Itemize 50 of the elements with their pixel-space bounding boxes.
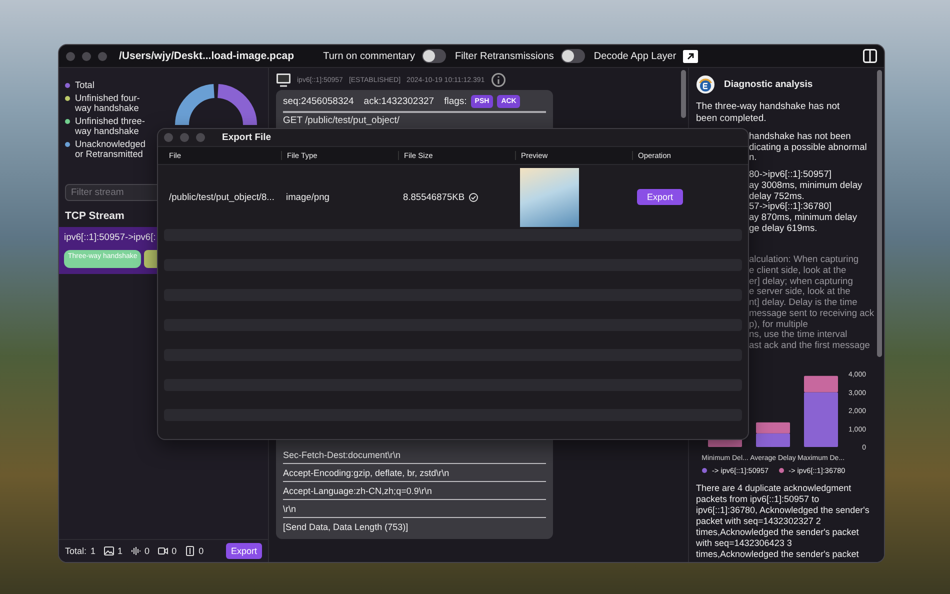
http-line: Sec-Fetch-Dest:document\r\n bbox=[283, 446, 546, 464]
count-value: 0 bbox=[172, 546, 177, 556]
legend-label: Unacknowledged or Retransmitted bbox=[75, 139, 146, 159]
legend-label: Total bbox=[75, 80, 94, 90]
toggle-label: Turn on commentary bbox=[323, 50, 415, 62]
diagnosis-text: There are 4 duplicate acknowledgment packets from ipv6[::1]:50957 to ipv6[::1]:36780, Acknowledged the sender's packet with seq=1432302327 2 times,Acknowledged the sender's packet with seq=1432306423 3 times,Acknowledged the sender's packet bbox=[696, 482, 870, 560]
diagnosis-text: alculation: When capturing bbox=[748, 254, 860, 266]
legend-label: Unfinished four-way handshake bbox=[75, 93, 141, 113]
toggle-label: Decode App Layer bbox=[594, 50, 676, 62]
diagnosis-text: 80->ipv6[::1]:50957] bbox=[748, 169, 832, 180]
diagnosis-text: handshake has not been bbox=[748, 131, 852, 142]
diagnosis-text: p), for multiple bbox=[748, 318, 809, 330]
diagnosis-text: e server side, look at the bbox=[748, 286, 852, 298]
dialog-title: Export File bbox=[222, 132, 272, 144]
http-line: [Send Data, Data Length (753)] bbox=[283, 521, 410, 534]
diagnosis-text: ay 3008ms, minimum delay bbox=[748, 180, 864, 191]
diagnosis-text: message sent to receiving ack bbox=[748, 308, 874, 319]
panel-title: Diagnostic analysis bbox=[724, 78, 813, 90]
section-title: TCP Stream bbox=[65, 210, 126, 222]
diagnosis-text: 57->ipv6[::1]:36780] bbox=[748, 201, 832, 212]
diagnosis-text: ay 870ms, minimum delay bbox=[748, 212, 858, 223]
total-label: Total: bbox=[65, 546, 87, 556]
count-value: 0 bbox=[198, 546, 204, 556]
http-line: Accept-Encoding:gzip, deflate, br, zstd\r\n bbox=[283, 464, 546, 482]
diagnosis-text: nt] delay. Delay is the time bbox=[748, 297, 858, 308]
file-type: image/png bbox=[286, 192, 330, 202]
window-title: /Users/wjy/Deskt...load-image.pcap bbox=[119, 50, 294, 62]
diagnosis-text: The three-way handshake has not been completed. bbox=[696, 101, 841, 125]
legend-label: Unfinished three-way handshake bbox=[75, 116, 146, 136]
diagnosis-text: ns, use the time interval bbox=[748, 329, 848, 340]
diagnosis-text: er] delay; when capturing bbox=[748, 276, 854, 286]
http-line: \r\n bbox=[283, 500, 546, 518]
diagnosis-text: ge delay 619ms. bbox=[748, 222, 818, 234]
http-line: GET /public/test/put_object/ bbox=[283, 115, 401, 127]
file-path: /public/test/put_object/8... bbox=[169, 192, 276, 202]
seq-number: seq:2456058324 bbox=[283, 96, 354, 106]
file-size: 8.85546875KB bbox=[403, 192, 465, 202]
count-value: 1 bbox=[118, 546, 123, 556]
stream-name: ipv6[::1]:50957->ipv6[: bbox=[64, 232, 157, 242]
count-value: 1 bbox=[90, 546, 96, 556]
diagnosis-text: n. bbox=[748, 152, 758, 164]
diagnosis-text: ast ack and the first message bbox=[748, 340, 871, 351]
diagnosis-text: e client side, look at the bbox=[748, 265, 848, 276]
diagnosis-text: dicating a possible abnormal bbox=[748, 142, 868, 152]
ack-number: ack:1432302327 bbox=[364, 96, 434, 106]
diagnosis-text: delay 752ms. bbox=[748, 190, 806, 202]
toggle-label: Filter Retransmissions bbox=[454, 50, 554, 62]
count-value: 0 bbox=[144, 546, 150, 556]
http-line: Accept-Language:zh-CN,zh;q=0.9\r\n bbox=[283, 482, 546, 500]
flags-label: flags: bbox=[444, 96, 467, 106]
